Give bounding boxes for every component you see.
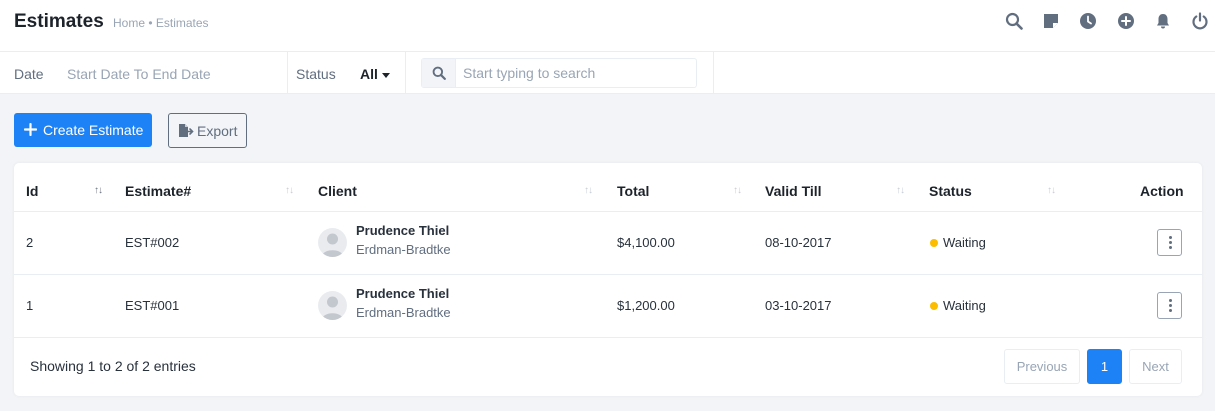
plus-icon — [24, 123, 37, 136]
column-header-client[interactable]: Client — [318, 183, 357, 199]
row-divider — [14, 337, 1202, 338]
create-estimate-label: Create Estimate — [43, 122, 144, 138]
search-box — [421, 58, 697, 88]
kebab-dot — [1169, 241, 1172, 244]
export-label: Export — [197, 123, 238, 139]
page-title: Estimates — [14, 11, 104, 32]
status-badge: Waiting — [943, 235, 986, 250]
previous-page-button[interactable]: Previous — [1004, 349, 1080, 384]
date-range-input[interactable]: Start Date To End Date — [67, 66, 211, 82]
user-avatar-icon — [321, 296, 344, 320]
status-dot-icon — [930, 302, 938, 310]
column-header-estimate[interactable]: Estimate# — [125, 183, 191, 199]
sort-icon[interactable]: ↑↓ — [285, 185, 294, 196]
column-header-status[interactable]: Status — [929, 183, 972, 199]
user-avatar-icon — [321, 233, 344, 257]
column-header-action: Action — [1140, 183, 1184, 199]
column-header-valid-till[interactable]: Valid Till — [765, 183, 822, 199]
estimates-table-card: Id ↑↓ Estimate# ↑↓ Client ↑↓ Total ↑↓ Va… — [14, 163, 1202, 396]
filter-divider — [287, 52, 288, 94]
filter-divider — [405, 52, 406, 94]
entries-info: Showing 1 to 2 of 2 entries — [30, 358, 196, 374]
sort-icon[interactable]: ↑↓ — [896, 185, 905, 196]
avatar — [318, 228, 347, 257]
status-dot-icon — [930, 239, 938, 247]
date-filter-label: Date — [14, 66, 44, 82]
create-estimate-button[interactable]: Create Estimate — [14, 113, 152, 147]
search-icon[interactable] — [1005, 12, 1023, 30]
top-header: Estimates Home • Estimates — [0, 0, 1215, 52]
kebab-dot — [1169, 246, 1172, 249]
cell-id: 2 — [26, 235, 34, 250]
cell-total: $4,100.00 — [617, 235, 675, 250]
client-company: Erdman-Bradtke — [356, 242, 451, 257]
bell-icon[interactable] — [1154, 12, 1172, 30]
row-divider — [14, 211, 1202, 212]
power-icon[interactable] — [1191, 12, 1209, 30]
cell-valid-till: 03-10-2017 — [765, 298, 832, 313]
status-filter-label: Status — [296, 66, 336, 82]
column-header-total[interactable]: Total — [617, 183, 649, 199]
row-actions-button[interactable] — [1157, 229, 1182, 256]
status-badge: Waiting — [943, 298, 986, 313]
clock-icon[interactable] — [1079, 12, 1097, 30]
client-name[interactable]: Prudence Thiel — [356, 223, 449, 238]
cell-total: $1,200.00 — [617, 298, 675, 313]
kebab-menu-icon — [1169, 236, 1172, 239]
export-button[interactable]: Export — [168, 113, 247, 148]
sort-icon[interactable]: ↑↓ — [94, 185, 103, 196]
client-company: Erdman-Bradtke — [356, 305, 451, 320]
search-addon — [422, 59, 456, 87]
kebab-menu-icon — [1169, 299, 1172, 302]
sort-icon[interactable]: ↑↓ — [584, 185, 593, 196]
search-icon — [432, 66, 446, 80]
status-select-value: All — [360, 66, 378, 82]
sort-icon[interactable]: ↑↓ — [1047, 185, 1056, 196]
sort-icon[interactable]: ↑↓ — [733, 185, 742, 196]
file-export-icon — [179, 124, 194, 137]
kebab-dot — [1169, 309, 1172, 312]
caret-down-icon — [381, 72, 390, 78]
row-actions-button[interactable] — [1157, 292, 1182, 319]
cell-estimate-number[interactable]: EST#002 — [125, 235, 179, 250]
sticky-note-icon[interactable] — [1042, 12, 1060, 30]
status-select[interactable]: All — [360, 66, 390, 82]
avatar — [318, 291, 347, 320]
filter-divider — [713, 52, 714, 94]
page-1-button[interactable]: 1 — [1087, 349, 1122, 384]
column-header-id[interactable]: Id — [26, 183, 38, 199]
plus-circle-icon[interactable] — [1117, 12, 1135, 30]
cell-estimate-number[interactable]: EST#001 — [125, 298, 179, 313]
filter-bar: Date Start Date To End Date Status All — [0, 52, 1215, 94]
next-page-button[interactable]: Next — [1129, 349, 1182, 384]
cell-id: 1 — [26, 298, 34, 313]
cell-valid-till: 08-10-2017 — [765, 235, 832, 250]
kebab-dot — [1169, 304, 1172, 307]
search-input[interactable] — [457, 59, 695, 87]
row-divider — [14, 274, 1202, 275]
client-name[interactable]: Prudence Thiel — [356, 286, 449, 301]
breadcrumb[interactable]: Home • Estimates — [113, 16, 209, 30]
